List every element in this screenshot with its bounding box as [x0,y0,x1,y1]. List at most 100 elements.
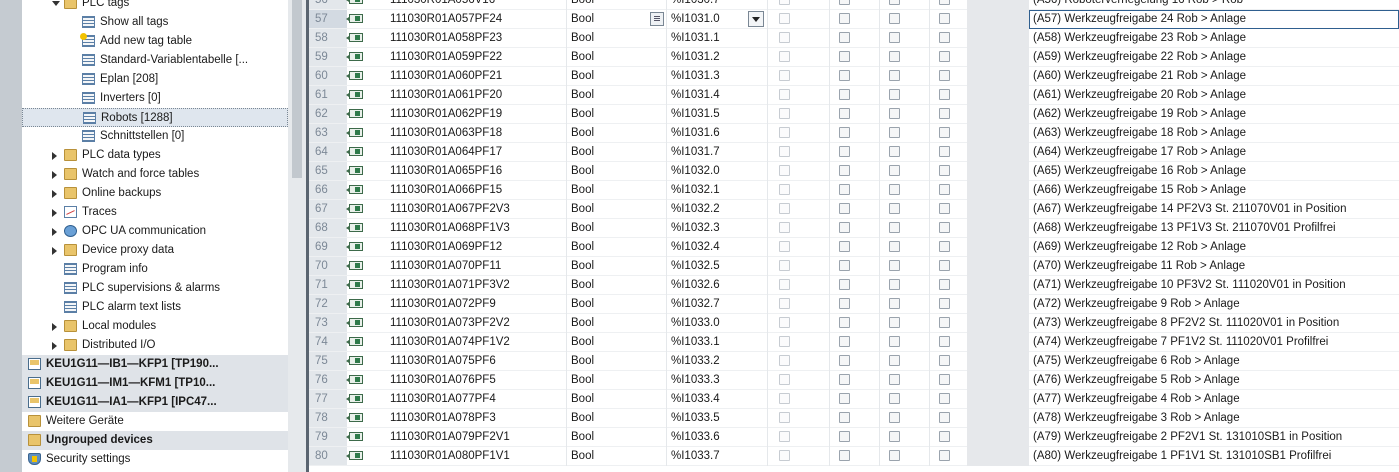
column-checkbox[interactable] [839,32,850,43]
row-number[interactable]: 79 [309,428,347,446]
column-checkbox[interactable] [779,32,790,43]
data-type-cell[interactable]: Bool [571,143,594,162]
supervision-cell[interactable] [967,333,1029,352]
row-number[interactable]: 63 [309,124,347,142]
column-checkbox[interactable] [889,374,900,385]
tree-item[interactable]: Inverters [0] [22,89,288,108]
column-checkbox[interactable] [939,450,950,461]
tree-item[interactable]: Local modules [22,317,288,336]
data-type-cell[interactable]: Bool [571,48,594,67]
comment-cell[interactable]: (A80) Werkzeugfreigabe 1 PF1V1 St. 13101… [1033,447,1331,466]
address-cell[interactable]: %I1030.7 [671,0,720,10]
row-number[interactable]: 60 [309,67,347,85]
column-checkbox[interactable] [939,393,950,404]
column-checkbox[interactable] [839,165,850,176]
supervision-cell[interactable] [967,48,1029,67]
address-cell[interactable]: %I1033.7 [671,447,720,466]
address-cell[interactable]: %I1032.3 [671,219,720,238]
address-cell[interactable]: %I1033.3 [671,371,720,390]
address-cell[interactable]: %I1033.1 [671,333,720,352]
tag-name-cell[interactable]: 111030R01A074PF1V2 [390,333,510,352]
comment-cell[interactable]: (A75) Werkzeugfreigabe 6 Rob > Anlage [1033,352,1240,371]
table-row[interactable]: 63 111030R01A063PF18 Bool %I1031.6 (A63) Wer… [309,124,1399,143]
table-row[interactable]: 57 111030R01A057PF24 Bool %I1031.0 (A57) Wer… [309,10,1399,29]
column-checkbox[interactable] [889,0,900,5]
supervision-cell[interactable] [967,238,1029,257]
row-number[interactable]: 77 [309,390,347,408]
tree-item[interactable]: Distributed I/O [22,336,288,355]
comment-cell[interactable]: (A62) Werkzeugfreigabe 19 Rob > Anlage [1033,105,1246,124]
column-checkbox[interactable] [779,412,790,423]
table-row[interactable]: 73 111030R01A073PF2V2 Bool %I1033.0 (A73) We… [309,314,1399,333]
table-row[interactable]: 69 111030R01A069PF12 Bool %I1032.4 (A69) Wer… [309,238,1399,257]
column-checkbox[interactable] [939,89,950,100]
data-type-picker-icon[interactable] [650,12,664,26]
column-checkbox[interactable] [889,165,900,176]
table-row[interactable]: 72 111030R01A072PF9 Bool %I1032.7 (A72) Werk… [309,295,1399,314]
comment-cell[interactable]: (A66) Werkzeugfreigabe 15 Rob > Anlage [1033,181,1246,200]
row-number[interactable]: 59 [309,48,347,66]
row-number[interactable]: 80 [309,447,347,465]
address-cell[interactable]: %I1032.0 [671,162,720,181]
supervision-cell[interactable] [967,67,1029,86]
column-checkbox[interactable] [779,374,790,385]
comment-cell[interactable]: (A77) Werkzeugfreigabe 4 Rob > Anlage [1033,390,1240,409]
tree-item[interactable]: Show all tags [22,13,288,32]
address-cell[interactable]: %I1032.6 [671,276,720,295]
tag-name-cell[interactable]: 111030R01A079PF2V1 [390,428,510,447]
table-row[interactable]: 60 111030R01A060PF21 Bool %I1031.3 (A60) Wer… [309,67,1399,86]
comment-cell[interactable]: (A58) Werkzeugfreigabe 23 Rob > Anlage [1033,29,1246,48]
column-checkbox[interactable] [939,374,950,385]
row-number[interactable]: 69 [309,238,347,256]
address-cell[interactable]: %I1031.7 [671,143,720,162]
column-checkbox[interactable] [779,279,790,290]
supervision-cell[interactable] [967,314,1029,333]
column-checkbox[interactable] [839,336,850,347]
tree-item[interactable]: PLC tags [22,0,288,13]
column-checkbox[interactable] [839,184,850,195]
table-row[interactable]: 61 111030R01A061PF20 Bool %I1031.4 (A61) Wer… [309,86,1399,105]
row-number[interactable]: 56 [309,0,347,9]
comment-cell[interactable]: (A57) Werkzeugfreigabe 24 Rob > Anlage [1033,10,1246,29]
data-type-cell[interactable]: Bool [571,0,594,10]
row-number[interactable]: 61 [309,86,347,104]
tree-item[interactable]: Robots [1288] [22,108,288,127]
supervision-cell[interactable] [967,200,1029,219]
column-checkbox[interactable] [839,70,850,81]
row-number[interactable]: 62 [309,105,347,123]
table-row[interactable]: 64 111030R01A064PF17 Bool %I1031.7 (A64) Wer… [309,143,1399,162]
column-checkbox[interactable] [889,13,900,24]
address-cell[interactable]: %I1033.5 [671,409,720,428]
address-cell[interactable]: %I1031.3 [671,67,720,86]
tag-name-cell[interactable]: 111030R01A065PF16 [390,162,502,181]
tree-item[interactable]: PLC data types [22,146,288,165]
tree-item[interactable]: KEU1G11—IB1—KFP1 [TP190... [22,355,288,374]
column-checkbox[interactable] [889,260,900,271]
column-checkbox[interactable] [839,51,850,62]
data-type-cell[interactable]: Bool [571,105,594,124]
data-type-cell[interactable]: Bool [571,447,594,466]
comment-cell[interactable]: (A59) Werkzeugfreigabe 22 Rob > Anlage [1033,48,1246,67]
column-checkbox[interactable] [779,51,790,62]
tree-item[interactable]: Weitere Geräte [22,412,288,431]
row-number[interactable]: 78 [309,409,347,427]
table-row[interactable]: 76 111030R01A076PF5 Bool %I1033.3 (A76) Werk… [309,371,1399,390]
tree-item[interactable]: KEU1G11—IM1—KFM1 [TP10... [22,374,288,393]
table-row[interactable]: 66 111030R01A066PF15 Bool %I1032.1 (A66) Wer… [309,181,1399,200]
data-type-cell[interactable]: Bool [571,352,594,371]
tag-name-cell[interactable]: 111030R01A068PF1V3 [390,219,510,238]
column-checkbox[interactable] [939,241,950,252]
table-row[interactable]: 71 111030R01A071PF3V2 Bool %I1032.6 (A71) We… [309,276,1399,295]
tag-name-cell[interactable]: 111030R01A069PF12 [390,238,502,257]
table-row[interactable]: 75 111030R01A075PF6 Bool %I1033.2 (A75) Werk… [309,352,1399,371]
address-cell[interactable]: %I1031.6 [671,124,720,143]
tag-name-cell[interactable]: 111030R01A073PF2V2 [390,314,510,333]
column-checkbox[interactable] [839,203,850,214]
column-checkbox[interactable] [779,70,790,81]
column-checkbox[interactable] [889,393,900,404]
column-checkbox[interactable] [779,203,790,214]
tag-name-cell[interactable]: 111030R01A061PF20 [390,86,502,105]
column-checkbox[interactable] [779,13,790,24]
column-checkbox[interactable] [939,32,950,43]
address-cell[interactable]: %I1033.0 [671,314,720,333]
